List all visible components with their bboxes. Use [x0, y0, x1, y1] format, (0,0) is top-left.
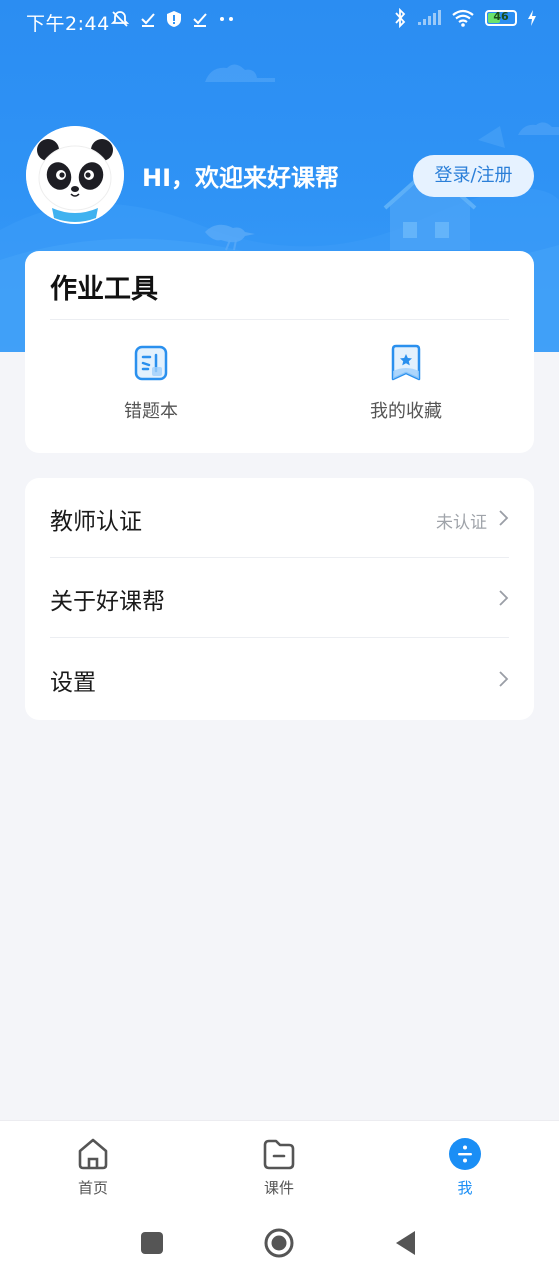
menu-item-settings[interactable]: 设置 [50, 639, 509, 719]
menu-item-label: 教师认证 [50, 509, 142, 535]
avatar[interactable] [26, 126, 124, 224]
more-dots-icon [220, 17, 233, 21]
me-icon [449, 1138, 481, 1170]
home-button[interactable] [264, 1228, 294, 1258]
wifi-icon [452, 9, 474, 27]
battery-level: 46 [493, 10, 509, 23]
recent-apps-button[interactable] [137, 1228, 167, 1258]
chevron-right-icon [499, 590, 509, 606]
tool-label: 错题本 [124, 401, 178, 422]
chevron-right-icon [499, 510, 509, 526]
nav-label: 我 [457, 1179, 473, 1197]
mute-icon [110, 11, 130, 27]
login-register-button[interactable]: 登录/注册 [413, 155, 534, 197]
battery-icon: 46 [485, 10, 517, 26]
homework-tools-card: 作业工具 错题本 我的收藏 [25, 251, 534, 453]
nav-item-home[interactable]: 首页 [53, 1137, 133, 1198]
courseware-folder-icon [263, 1139, 295, 1170]
back-button[interactable] [391, 1228, 421, 1258]
nav-item-me[interactable]: 我 [425, 1137, 505, 1198]
system-navigation-bar [0, 1206, 559, 1280]
check-icon [141, 13, 155, 27]
bottom-nav: 首页 课件 我 [0, 1120, 559, 1207]
home-icon [78, 1138, 108, 1170]
nav-label: 首页 [77, 1179, 108, 1197]
nav-label: 课件 [263, 1179, 294, 1197]
status-time: 下午2:44 [26, 13, 110, 35]
menu-item-teacher-certification[interactable]: 教师认证 未认证 [50, 478, 509, 558]
chevron-right-icon [499, 671, 509, 687]
menu-item-about[interactable]: 关于好课帮 [50, 558, 509, 638]
certification-status: 未认证 [436, 513, 487, 533]
divider [50, 637, 509, 638]
menu-item-label: 设置 [50, 670, 96, 696]
divider [50, 319, 509, 320]
mistake-notebook-icon [134, 345, 168, 381]
tool-label: 我的收藏 [370, 401, 442, 422]
tools-title: 作业工具 [50, 274, 158, 305]
charging-icon [528, 10, 536, 26]
menu-item-label: 关于好课帮 [50, 589, 165, 615]
favorites-bookmark-icon [391, 344, 421, 381]
greeting-text: HI，欢迎来好课帮 [142, 164, 340, 192]
signal-icon [418, 10, 441, 25]
status-bar: 下午2:44 46 [0, 0, 559, 44]
nav-item-courseware[interactable]: 课件 [239, 1137, 319, 1198]
tool-favorites[interactable]: 我的收藏 [306, 343, 506, 423]
panda-avatar-icon [26, 126, 124, 224]
check-icon [193, 13, 207, 27]
tool-mistake-notebook[interactable]: 错题本 [51, 343, 251, 423]
shield-icon [167, 11, 181, 27]
settings-menu-card: 教师认证 未认证 关于好课帮 设置 [25, 478, 534, 720]
bluetooth-icon [395, 8, 406, 28]
